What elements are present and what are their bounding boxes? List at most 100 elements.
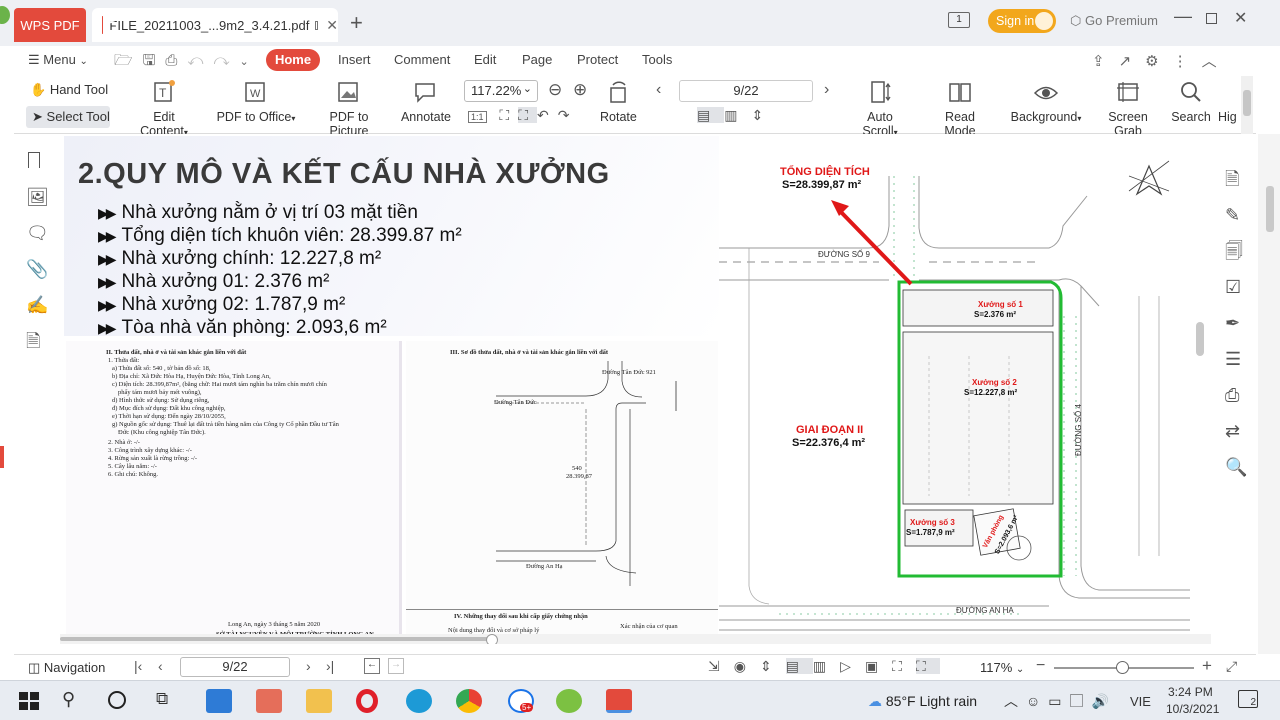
pdf-to-picture-button[interactable]: PDF to Picture [310,80,388,138]
more-icon[interactable]: ⋮ [1173,53,1202,70]
continuous-icon[interactable]: ⇕ [751,107,777,123]
fit-width-icon[interactable]: ⛶ [518,107,538,123]
export-pdf-icon[interactable]: 🗎 [1225,170,1239,188]
vertical-scroll-thumb[interactable] [1196,322,1204,356]
edit-pdf-icon[interactable]: ✎ [1225,206,1240,224]
menu-page[interactable]: Page [522,52,552,67]
rotate-right-icon[interactable]: ↷ [558,107,579,123]
new-tab-button[interactable]: + [350,10,363,36]
attachment-icon[interactable]: 📎 [26,260,48,278]
menu-comment[interactable]: Comment [394,52,450,67]
background-button[interactable]: Background▾ [1008,80,1084,124]
zoom-in-nav-icon[interactable]: + [1202,656,1212,676]
fit-page-icon[interactable]: ⛶ [499,107,518,123]
comment-icon[interactable]: 🗨 [26,224,49,242]
document-viewport[interactable]: 2.QUY MÔ VÀ KẾT CẤU NHÀ XƯỞNG ▶▶ Nhà xưởn… [60,134,1211,644]
open-icon[interactable]: 🗁 [114,52,143,69]
menu-tools[interactable]: Tools [642,52,672,67]
hand-tool[interactable]: ✋ Hand Tool [30,82,108,98]
edge-icon[interactable] [406,689,432,713]
share-icon[interactable]: ⇪ [1092,53,1119,70]
form-check-icon[interactable]: ☑ [1225,278,1241,296]
menu-protect[interactable]: Protect [577,52,618,67]
double-nav-icon[interactable]: ▥ [813,658,840,674]
compare-icon[interactable]: ☰ [1225,350,1241,368]
thumbnail-icon[interactable]: 🖼 [26,188,49,206]
page-number-input[interactable]: 9/22 [679,80,813,102]
h-scroll-thumb[interactable] [60,637,492,641]
first-page-icon[interactable]: |‹ [134,658,142,674]
minimize-button[interactable]: — [1174,6,1192,27]
ribbon-scrollbar[interactable] [1241,76,1253,134]
cortana-icon[interactable] [108,691,126,709]
fit-nav-icon[interactable]: ⛶ [892,658,916,674]
h-scroll-handle[interactable] [486,634,498,644]
zoom-out-nav-icon[interactable]: − [1036,657,1045,675]
play-icon[interactable]: ▷ [840,658,865,674]
go-premium-button[interactable]: ⬡ Go Premium [1070,13,1158,29]
print-icon[interactable]: ⎙ [165,52,187,69]
pen-icon[interactable]: ✒ [1225,314,1240,332]
form-icon[interactable]: 🗎 [26,332,40,350]
actual-nav-icon[interactable]: ▣ [865,658,892,674]
window-count-icon[interactable]: 1 [948,12,970,28]
notification-icon[interactable]: 2 [1238,690,1258,708]
menu-edit[interactable]: Edit [474,52,496,67]
weather-widget[interactable]: ☁ 85°F Light rain [868,693,977,710]
highlight-button[interactable]: Hig [1218,80,1240,124]
continuous-nav-icon[interactable]: ⇕ [760,658,786,674]
eye-nav-icon[interactable]: ◉ [734,658,760,674]
task-view-icon[interactable]: ⧉ [156,689,182,713]
auto-scroll-button[interactable]: Auto Scroll▾ [848,80,912,138]
last-page-icon[interactable]: ›| [326,658,334,674]
chrome-icon[interactable] [456,689,482,713]
windows-start-icon[interactable] [16,689,42,713]
zalo-icon[interactable]: 5+ [508,689,534,713]
search-button[interactable]: Search [1170,80,1212,124]
wps-pdf-taskbar-icon[interactable] [606,689,632,713]
search-taskbar-icon[interactable]: ⚲ [62,689,88,713]
convert-icon[interactable]: 🗐 [1225,242,1243,260]
redo-icon[interactable]: ↷ [213,52,239,69]
find-icon[interactable]: 🔍 [1225,458,1247,476]
show-hidden-icon[interactable]: ︿ [1004,693,1026,709]
menu-insert[interactable]: Insert [338,52,371,67]
translate-icon[interactable]: ⇄ [1225,422,1240,440]
mail-app-icon[interactable] [206,689,232,713]
clock-date[interactable]: 10/3/2021 [1166,702,1219,716]
save-icon[interactable]: 🖫 [143,52,166,69]
navigation-button[interactable]: ◫ Navigation [28,660,105,676]
app-grid-icon[interactable] [256,689,282,713]
rotate-left-icon[interactable]: ↶ [537,107,558,123]
menu-button[interactable]: ☰ Menu ⌄ [28,52,88,68]
prev-page-nav-icon[interactable]: ‹ [158,658,163,674]
single-page-icon[interactable]: ▤ [697,107,725,123]
single-nav-icon[interactable]: ▤ [785,658,813,674]
zoom-slider-handle[interactable] [1116,661,1129,674]
next-page-nav-icon[interactable]: › [306,658,311,674]
rotate-button[interactable]: Rotate [600,80,637,124]
tab-close-icon[interactable]: ✕ [326,17,338,34]
clock-time[interactable]: 3:24 PM [1168,685,1213,699]
coccoc-icon[interactable] [556,689,582,713]
close-button[interactable]: ✕ [1234,8,1247,28]
bookmark-icon[interactable] [28,152,40,168]
nav-page-input[interactable]: 9/22 [180,657,290,677]
screen-grab-button[interactable]: Screen Grab [1094,80,1162,138]
annotate-button[interactable]: Annotate [400,80,452,124]
file-explorer-icon[interactable] [306,689,332,713]
zoom-in-icon[interactable]: ⊕ [573,80,587,100]
export-icon[interactable]: ↗ [1119,53,1146,70]
tab-wps-pdf[interactable]: WPS PDF [14,8,86,42]
next-page-icon[interactable]: › [824,81,829,99]
maximize-button[interactable] [1206,13,1217,24]
actual-size-icon[interactable]: 1:1 [468,111,487,123]
zoom-slider[interactable] [1054,661,1194,674]
zoom-out-icon[interactable]: ⊖ [548,80,562,100]
opera-icon[interactable] [356,689,378,713]
meet-icon[interactable]: ☺ [1026,693,1048,709]
horizontal-scrollbar[interactable] [60,634,1211,644]
zoom-level[interactable]: 117% ⌄ [980,660,1024,675]
read-mode-button[interactable]: Read Mode [928,80,992,138]
collapse-icon[interactable]: ︿ [1202,53,1231,70]
